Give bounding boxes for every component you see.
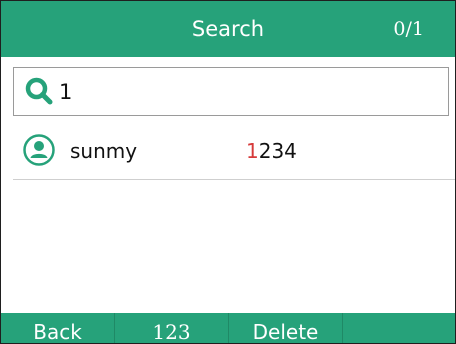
input-mode-softkey[interactable]: 123 [115,313,228,343]
phone-screen: Search 0/1 1 sunmy 1234 Back 123 Delete [0,0,456,344]
contact-avatar-icon [23,134,55,166]
result-counter: 0/1 [393,18,424,40]
contact-number: 1234 [246,123,297,179]
search-icon [24,76,54,106]
search-query-text: 1 [59,80,73,104]
number-rest: 234 [258,139,297,163]
softkey-bar: Back 123 Delete [1,313,455,343]
list-item[interactable]: sunmy 1234 [13,123,455,180]
delete-softkey[interactable]: Delete [229,313,342,343]
title-bar: Search 0/1 [1,1,455,57]
contact-name: sunmy [70,139,138,163]
back-softkey[interactable]: Back [1,313,114,343]
number-match-highlight: 1 [246,139,259,163]
search-input[interactable]: 1 [13,67,449,116]
page-title: Search [191,17,265,41]
empty-softkey[interactable] [343,313,455,343]
